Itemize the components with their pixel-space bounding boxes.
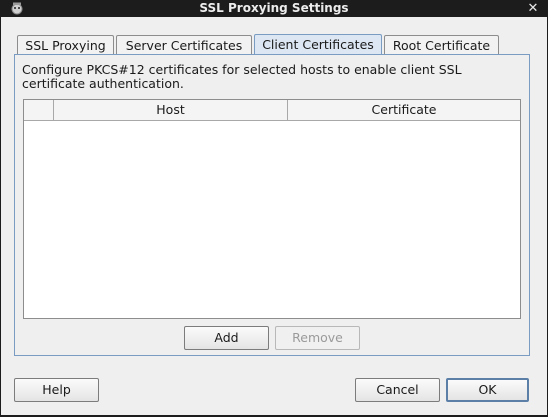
close-icon[interactable]: ✕ bbox=[526, 0, 540, 17]
column-header-host[interactable]: Host bbox=[54, 100, 288, 120]
window-title: SSL Proxying Settings bbox=[199, 1, 349, 15]
window-border bbox=[0, 17, 1, 417]
ok-button[interactable]: OK bbox=[446, 378, 529, 402]
panel-description: Configure PKCS#12 certificates for selec… bbox=[22, 62, 462, 91]
cancel-button[interactable]: Cancel bbox=[355, 378, 440, 402]
column-header-certificate[interactable]: Certificate bbox=[288, 100, 520, 120]
column-header-selector[interactable] bbox=[24, 100, 54, 120]
help-button[interactable]: Help bbox=[14, 378, 99, 402]
tab-root-certificate[interactable]: Root Certificate bbox=[384, 35, 499, 54]
tab-ssl-proxying[interactable]: SSL Proxying bbox=[17, 35, 114, 54]
title-bar[interactable]: SSL Proxying Settings ✕ bbox=[0, 0, 548, 17]
tab-client-certificates[interactable]: Client Certificates bbox=[254, 34, 382, 54]
tab-server-certificates[interactable]: Server Certificates bbox=[116, 35, 252, 54]
add-button[interactable]: Add bbox=[184, 326, 269, 350]
remove-button[interactable]: Remove bbox=[275, 326, 360, 350]
table-header: Host Certificate bbox=[24, 100, 520, 121]
client-certificates-table[interactable]: Host Certificate bbox=[23, 99, 521, 319]
